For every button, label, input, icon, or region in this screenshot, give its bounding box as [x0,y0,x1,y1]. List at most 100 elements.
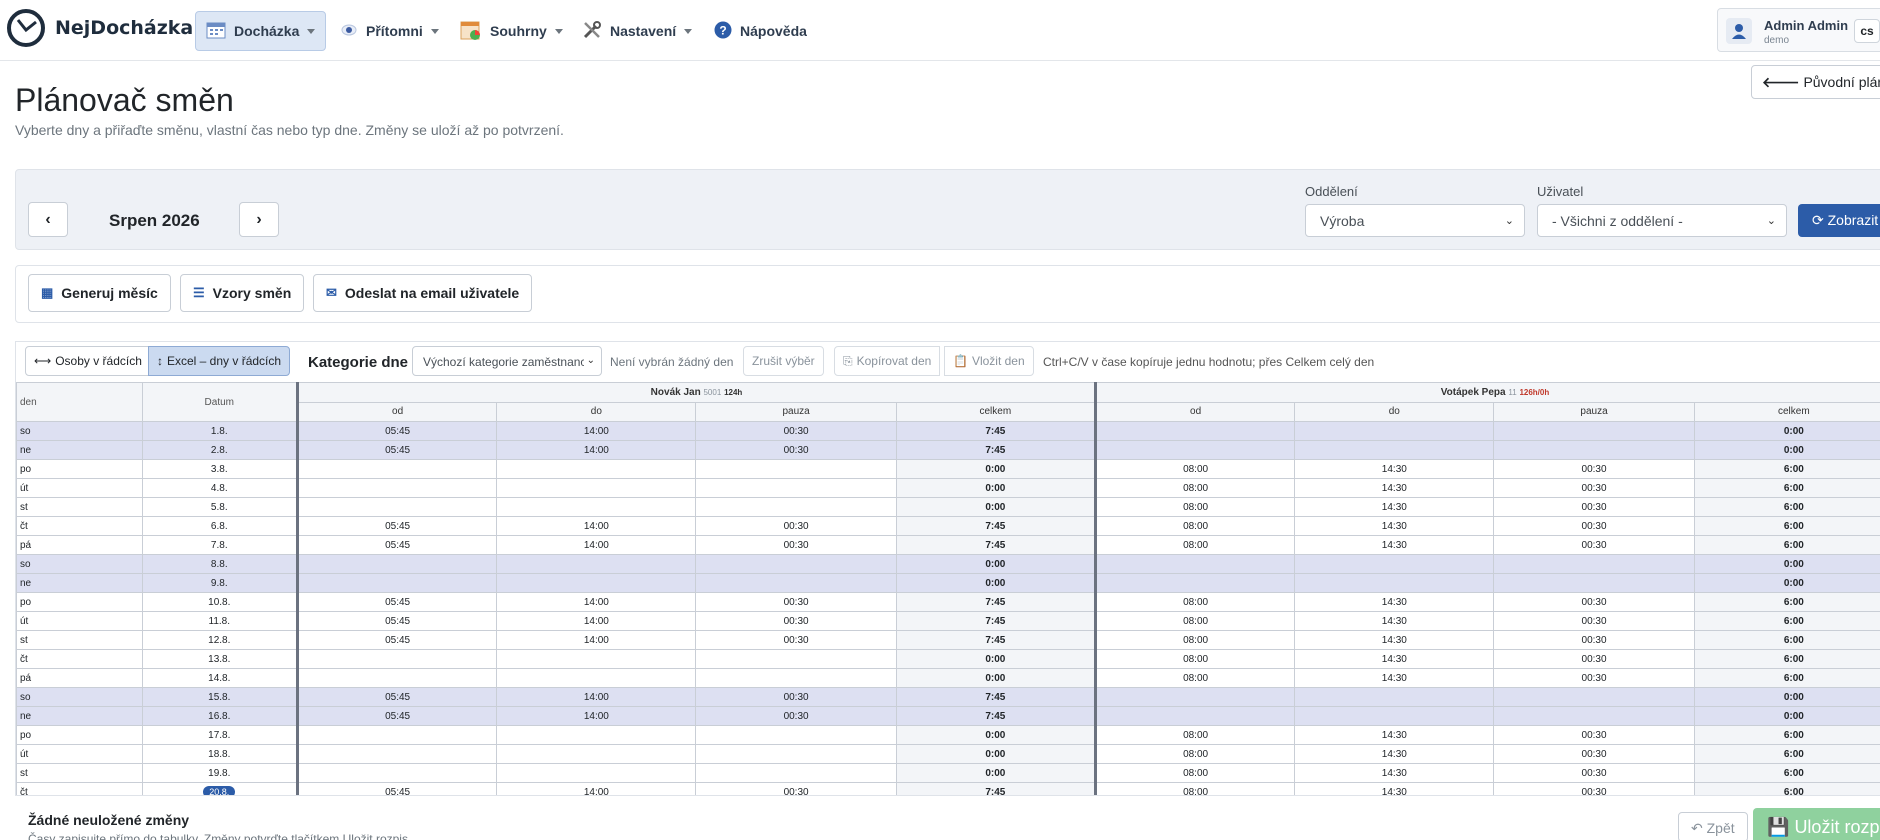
time-from-cell[interactable] [295,459,498,479]
time-to-cell[interactable] [496,649,697,669]
time-to-cell[interactable] [496,668,697,688]
time-from-cell[interactable]: 05:45 [295,592,498,612]
nav-dochazka[interactable]: Docházka [195,11,327,51]
time-from-cell[interactable] [295,649,498,669]
time-from-cell[interactable] [295,725,498,745]
time-from-cell[interactable]: 08:00 [1093,649,1296,669]
date-cell[interactable]: 19.8. [141,763,299,783]
break-cell[interactable]: 00:30 [1493,744,1695,764]
date-cell[interactable]: 7.8. [141,535,299,555]
generate-month-button[interactable]: ▦ Generuj měsíc [28,274,171,312]
days-in-rows-button[interactable]: ↕ Excel – dny v řádcích [148,346,291,376]
break-cell[interactable] [695,649,897,669]
break-cell[interactable]: 00:30 [695,706,897,726]
time-to-cell[interactable]: 14:30 [1294,649,1495,669]
time-from-cell[interactable]: 08:00 [1093,516,1296,536]
time-to-cell[interactable]: 14:00 [496,516,697,536]
time-to-cell[interactable]: 14:30 [1294,459,1495,479]
break-cell[interactable] [1493,554,1695,574]
time-from-cell[interactable] [295,763,498,783]
time-from-cell[interactable] [1093,554,1296,574]
time-from-cell[interactable] [295,668,498,688]
break-cell[interactable] [695,573,897,593]
time-to-cell[interactable]: 14:00 [496,440,697,460]
time-from-cell[interactable]: 08:00 [1093,763,1296,783]
break-cell[interactable]: 00:30 [1493,516,1695,536]
date-cell[interactable]: 5.8. [141,497,299,517]
break-cell[interactable]: 00:30 [695,440,897,460]
show-button[interactable]: ⟳ Zobrazit [1798,204,1880,237]
time-from-cell[interactable]: 08:00 [1093,611,1296,631]
time-from-cell[interactable]: 08:00 [1093,782,1296,795]
date-cell[interactable]: 11.8. [141,611,299,631]
break-cell[interactable] [695,478,897,498]
break-cell[interactable]: 00:30 [695,687,897,707]
break-cell[interactable] [695,744,897,764]
time-from-cell[interactable] [295,497,498,517]
time-from-cell[interactable] [295,573,498,593]
break-cell[interactable]: 00:30 [1493,611,1695,631]
time-to-cell[interactable] [496,763,697,783]
original-planner-button[interactable]: 🡐 Původní plánova [1751,65,1880,99]
break-cell[interactable] [695,668,897,688]
time-from-cell[interactable]: 08:00 [1093,725,1296,745]
time-to-cell[interactable]: 14:00 [496,782,697,795]
day-category-select[interactable]: Výchozí kategorie zaměstnance ⌄ [412,346,602,376]
date-cell[interactable]: 18.8. [141,744,299,764]
break-cell[interactable] [1493,706,1695,726]
copy-day-button[interactable]: ⎘ Kopírovat den [834,346,941,376]
back-button[interactable]: ↶ Zpět [1678,812,1748,840]
break-cell[interactable] [695,554,897,574]
break-cell[interactable]: 00:30 [695,535,897,555]
time-to-cell[interactable] [496,478,697,498]
break-cell[interactable] [1493,440,1695,460]
date-cell[interactable]: 3.8. [141,459,299,479]
date-cell[interactable]: 10.8. [141,592,299,612]
break-cell[interactable]: 00:30 [1493,497,1695,517]
time-to-cell[interactable]: 14:30 [1294,497,1495,517]
nav-souhrny[interactable]: Souhrny [450,11,573,51]
time-from-cell[interactable] [295,478,498,498]
time-to-cell[interactable]: 14:00 [496,611,697,631]
break-cell[interactable]: 00:30 [695,782,897,795]
time-to-cell[interactable] [496,744,697,764]
date-cell[interactable]: 2.8. [141,440,299,460]
time-to-cell[interactable] [1294,554,1495,574]
break-cell[interactable] [695,459,897,479]
cancel-selection-button[interactable]: Zrušit výběr [743,346,824,376]
time-to-cell[interactable]: 14:00 [496,421,697,441]
date-cell[interactable]: 14.8. [141,668,299,688]
time-from-cell[interactable]: 05:45 [295,611,498,631]
send-email-button[interactable]: ✉ Odeslat na email uživatele [313,274,533,312]
time-from-cell[interactable] [1093,421,1296,441]
break-cell[interactable]: 00:30 [695,630,897,650]
break-cell[interactable]: 00:30 [1493,592,1695,612]
time-from-cell[interactable]: 08:00 [1093,630,1296,650]
time-from-cell[interactable] [295,554,498,574]
break-cell[interactable] [1493,687,1695,707]
break-cell[interactable]: 00:30 [1493,725,1695,745]
paste-day-button[interactable]: 📋 Vložit den [944,346,1034,376]
time-to-cell[interactable] [496,554,697,574]
nav-nastaveni[interactable]: Nastavení [572,11,702,51]
time-to-cell[interactable]: 14:00 [496,687,697,707]
time-to-cell[interactable] [1294,421,1495,441]
time-from-cell[interactable]: 08:00 [1093,535,1296,555]
time-from-cell[interactable]: 08:00 [1093,497,1296,517]
time-from-cell[interactable]: 05:45 [295,706,498,726]
department-select[interactable]: Výroba ⌄ [1305,204,1525,237]
break-cell[interactable] [1493,421,1695,441]
time-from-cell[interactable] [1093,440,1296,460]
break-cell[interactable] [1493,573,1695,593]
time-to-cell[interactable] [1294,706,1495,726]
break-cell[interactable]: 00:30 [1493,535,1695,555]
time-to-cell[interactable]: 14:30 [1294,478,1495,498]
date-cell[interactable]: 4.8. [141,478,299,498]
time-to-cell[interactable] [1294,573,1495,593]
time-to-cell[interactable]: 14:30 [1294,725,1495,745]
nav-napoveda[interactable]: ? Nápověda [704,11,817,51]
prev-month-button[interactable]: ‹ [28,202,68,237]
time-to-cell[interactable]: 14:00 [496,592,697,612]
time-to-cell[interactable]: 14:30 [1294,782,1495,795]
break-cell[interactable]: 00:30 [695,421,897,441]
